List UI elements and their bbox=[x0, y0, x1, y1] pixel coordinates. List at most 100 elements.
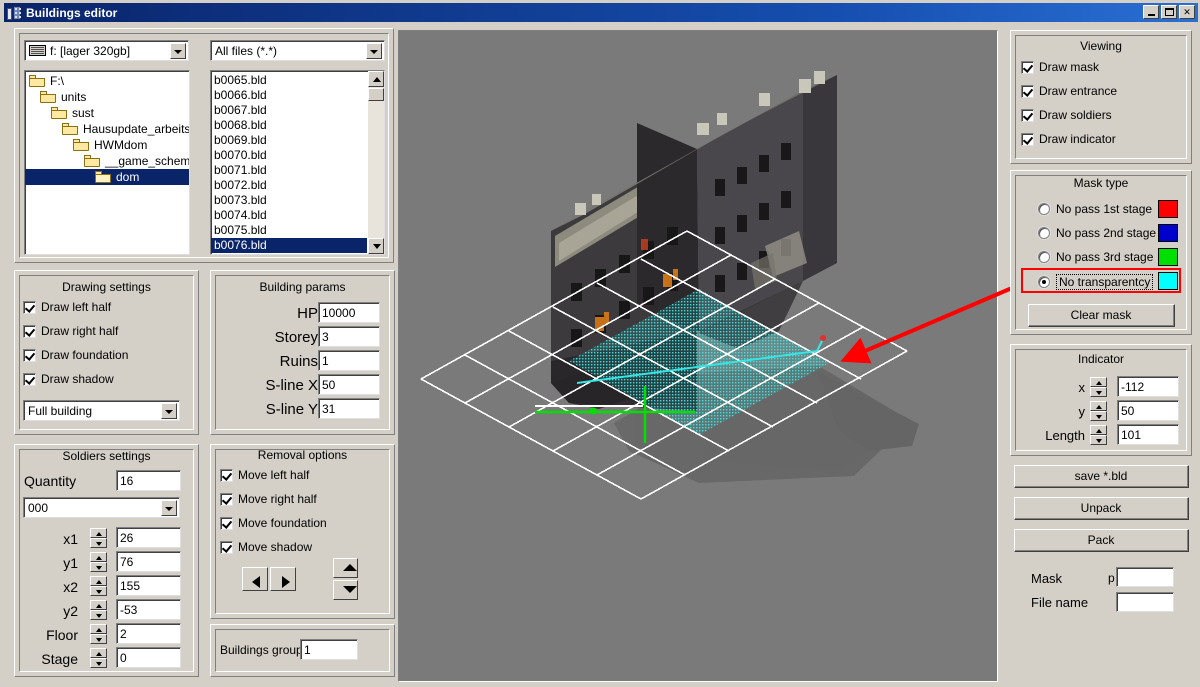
stepper-up-icon[interactable] bbox=[1090, 377, 1107, 387]
file-list-item[interactable]: b0073.bld bbox=[211, 193, 384, 208]
removal-checkbox-0[interactable]: Move left half bbox=[220, 468, 309, 482]
move-right-button[interactable] bbox=[270, 567, 296, 591]
mask-color-swatch-0[interactable] bbox=[1158, 200, 1178, 218]
file-list-item[interactable]: b0076.bld bbox=[211, 238, 367, 253]
radio-icon[interactable] bbox=[1038, 276, 1050, 288]
drawing-checkbox-0[interactable]: Draw left half bbox=[23, 300, 111, 314]
drawing-checkbox-1[interactable]: Draw right half bbox=[23, 324, 118, 338]
stepper-down-icon[interactable] bbox=[1090, 435, 1107, 445]
close-button[interactable]: ✕ bbox=[1179, 5, 1195, 19]
tree-item[interactable]: HWMdom bbox=[25, 137, 189, 153]
file-list-item[interactable]: b0077.bld bbox=[211, 253, 384, 254]
radio-icon[interactable] bbox=[1038, 251, 1050, 263]
file-list-item[interactable]: b0075.bld bbox=[211, 223, 384, 238]
mask-type-radio-1[interactable]: No pass 2nd stage bbox=[1038, 226, 1156, 240]
checkbox-icon[interactable] bbox=[1021, 108, 1034, 122]
soldier-field-stepper-0[interactable] bbox=[90, 528, 107, 548]
scrollbar-thumb[interactable] bbox=[368, 88, 384, 101]
checkbox-icon[interactable] bbox=[23, 300, 36, 314]
tree-item[interactable]: sust bbox=[25, 105, 189, 121]
checkbox-icon[interactable] bbox=[220, 468, 233, 482]
removal-checkbox-3[interactable]: Move shadow bbox=[220, 540, 312, 554]
stepper-down-icon[interactable] bbox=[1090, 387, 1107, 397]
soldier-group-select[interactable]: 000 bbox=[23, 497, 180, 518]
tree-item[interactable]: Hausupdate_arbeitsordner bbox=[25, 121, 189, 137]
building-param-input-0[interactable]: 10000 bbox=[318, 302, 380, 323]
save-bld-button[interactable]: save *.bld bbox=[1014, 465, 1189, 488]
chevron-down-icon[interactable] bbox=[161, 499, 177, 516]
move-down-button[interactable] bbox=[333, 580, 358, 600]
indicator-field-input-2[interactable]: 101 bbox=[1117, 424, 1179, 445]
chevron-down-icon[interactable] bbox=[170, 42, 186, 59]
mask-input[interactable] bbox=[1116, 567, 1174, 587]
file-list-item[interactable]: b0074.bld bbox=[211, 208, 384, 223]
stepper-down-icon[interactable] bbox=[90, 610, 107, 620]
file-list-item[interactable]: b0072.bld bbox=[211, 178, 384, 193]
stepper-up-icon[interactable] bbox=[90, 552, 107, 562]
mask-color-swatch-2[interactable] bbox=[1158, 248, 1178, 266]
stepper-up-icon[interactable] bbox=[90, 600, 107, 610]
indicator-field-input-0[interactable]: -112 bbox=[1117, 376, 1179, 397]
file-list-item[interactable]: b0068.bld bbox=[211, 118, 384, 133]
soldier-field-stepper-4[interactable] bbox=[90, 624, 107, 644]
drive-select[interactable]: f: [lager 320gb] bbox=[24, 40, 189, 61]
checkbox-icon[interactable] bbox=[220, 492, 233, 506]
stepper-down-icon[interactable] bbox=[90, 586, 107, 596]
checkbox-icon[interactable] bbox=[1021, 84, 1034, 98]
stepper-up-icon[interactable] bbox=[90, 624, 107, 634]
file-list-item[interactable]: b0071.bld bbox=[211, 163, 384, 178]
building-param-input-1[interactable]: 3 bbox=[318, 326, 380, 347]
stepper-up-icon[interactable] bbox=[1090, 401, 1107, 411]
soldier-field-stepper-5[interactable] bbox=[90, 648, 107, 668]
soldier-field-input-2[interactable]: 155 bbox=[116, 575, 181, 596]
unpack-button[interactable]: Unpack bbox=[1014, 497, 1189, 520]
indicator-field-input-1[interactable]: 50 bbox=[1117, 400, 1179, 421]
tree-item[interactable]: units bbox=[25, 89, 189, 105]
soldier-field-input-1[interactable]: 76 bbox=[116, 551, 181, 572]
stepper-up-icon[interactable] bbox=[90, 528, 107, 538]
stepper-down-icon[interactable] bbox=[90, 634, 107, 644]
file-filter-select[interactable]: All files (*.*) bbox=[210, 40, 385, 61]
file-list-scrollbar[interactable] bbox=[368, 71, 384, 254]
chevron-down-icon[interactable] bbox=[161, 402, 177, 419]
removal-checkbox-1[interactable]: Move right half bbox=[220, 492, 317, 506]
filename-input[interactable] bbox=[1116, 592, 1174, 612]
mask-type-radio-3[interactable]: No transparentcy bbox=[1038, 274, 1154, 290]
checkbox-icon[interactable] bbox=[23, 372, 36, 386]
mask-type-radio-2[interactable]: No pass 3rd stage bbox=[1038, 250, 1153, 264]
tree-item[interactable]: F:\ bbox=[25, 73, 189, 89]
minimize-button[interactable] bbox=[1143, 5, 1159, 19]
file-list-item[interactable]: b0066.bld bbox=[211, 88, 384, 103]
checkbox-icon[interactable] bbox=[1021, 60, 1034, 74]
building-param-input-4[interactable]: 31 bbox=[318, 398, 380, 419]
viewing-checkbox-2[interactable]: Draw soldiers bbox=[1021, 108, 1112, 122]
removal-checkbox-2[interactable]: Move foundation bbox=[220, 516, 327, 530]
stepper-up-icon[interactable] bbox=[1090, 425, 1107, 435]
stepper-down-icon[interactable] bbox=[90, 562, 107, 572]
stepper-up-icon[interactable] bbox=[90, 648, 107, 658]
indicator-field-stepper-2[interactable] bbox=[1090, 425, 1107, 445]
soldier-field-stepper-1[interactable] bbox=[90, 552, 107, 572]
file-list[interactable]: b0065.bld b0066.bld b0067.bld b0068.bld b006… bbox=[210, 70, 385, 255]
tree-item[interactable]: __game_scheme1.sue bbox=[25, 153, 189, 169]
checkbox-icon[interactable] bbox=[23, 348, 36, 362]
radio-icon[interactable] bbox=[1038, 203, 1050, 215]
chevron-down-icon[interactable] bbox=[366, 42, 382, 59]
mask-type-radio-0[interactable]: No pass 1st stage bbox=[1038, 202, 1152, 216]
drawing-mode-select[interactable]: Full building bbox=[23, 400, 180, 421]
file-list-item[interactable]: b0067.bld bbox=[211, 103, 384, 118]
directory-tree[interactable]: F:\ units sust Hausupdate_arbeitsordner HWMd… bbox=[24, 70, 190, 255]
scroll-down-icon[interactable] bbox=[368, 238, 384, 254]
building-param-input-2[interactable]: 1 bbox=[318, 350, 380, 371]
checkbox-icon[interactable] bbox=[23, 324, 36, 338]
soldier-field-input-4[interactable]: 2 bbox=[116, 623, 181, 644]
soldier-field-input-5[interactable]: 0 bbox=[116, 647, 181, 668]
stepper-up-icon[interactable] bbox=[90, 576, 107, 586]
drawing-checkbox-3[interactable]: Draw shadow bbox=[23, 372, 114, 386]
building-param-input-3[interactable]: 50 bbox=[318, 374, 380, 395]
file-list-item[interactable]: b0069.bld bbox=[211, 133, 384, 148]
scroll-up-icon[interactable] bbox=[368, 71, 384, 87]
soldier-field-stepper-2[interactable] bbox=[90, 576, 107, 596]
radio-icon[interactable] bbox=[1038, 227, 1050, 239]
clear-mask-button[interactable]: Clear mask bbox=[1028, 304, 1175, 327]
